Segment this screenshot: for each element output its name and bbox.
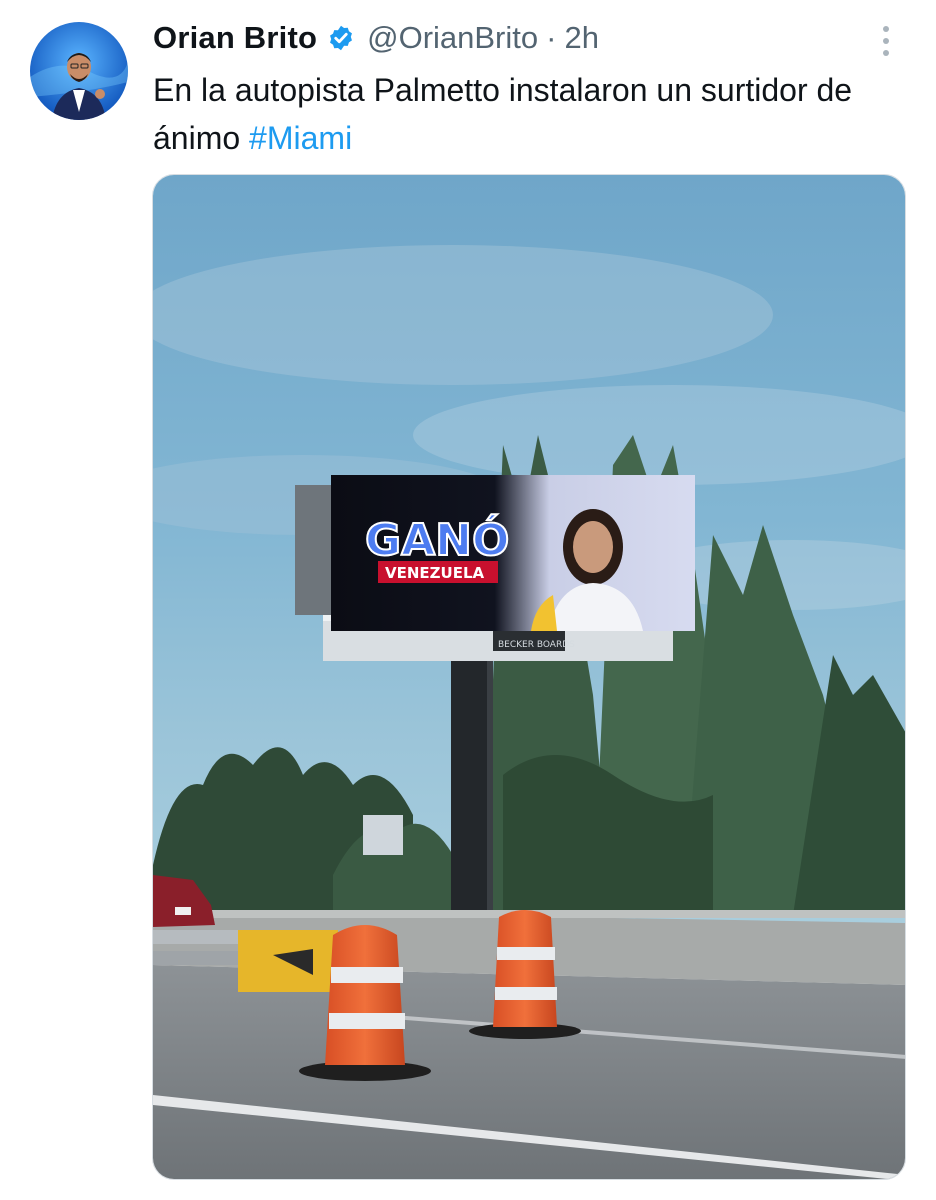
profile-photo: [30, 22, 128, 120]
tweet-card[interactable]: Orian Brito @OrianBrito · 2h En la autop…: [0, 0, 936, 1200]
billboard-subline: VENEZUELA: [385, 564, 485, 582]
author-handle[interactable]: @OrianBrito: [367, 20, 538, 56]
tweet-header: Orian Brito @OrianBrito · 2h: [153, 14, 599, 62]
tweet-text: En la autopista Palmetto instalaron un s…: [153, 66, 853, 162]
timestamp[interactable]: 2h: [564, 20, 598, 56]
separator-dot: ·: [546, 20, 557, 55]
verified-badge-icon: [327, 24, 355, 52]
author-display-name[interactable]: Orian Brito: [153, 20, 317, 56]
avatar[interactable]: [30, 22, 128, 120]
vertical-ellipsis-icon[interactable]: [876, 22, 896, 60]
hashtag-link[interactable]: #Miami: [249, 120, 352, 156]
billboard-photo: GANÓ VENEZUELA BECKER BOARDS: [153, 175, 905, 1179]
billboard-brand: BECKER BOARDS: [498, 640, 575, 650]
billboard-headline: GANÓ: [365, 513, 509, 566]
tweet-photo[interactable]: GANÓ VENEZUELA BECKER BOARDS: [152, 174, 906, 1180]
